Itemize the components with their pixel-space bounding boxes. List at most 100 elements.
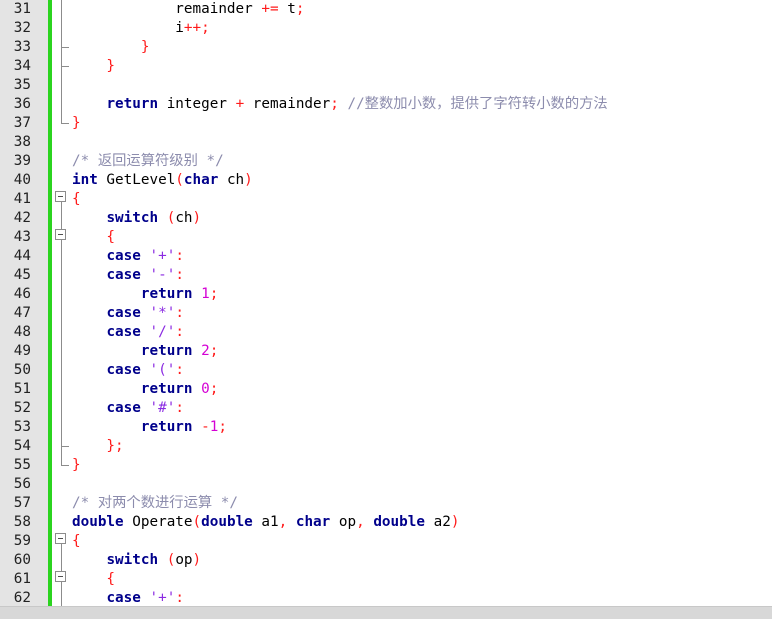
code-line[interactable]: 38 — [0, 133, 772, 152]
code-text: return integer + remainder; //整数加小数，提供了字… — [72, 96, 607, 113]
code-token: t — [278, 1, 296, 17]
code-token: '#' — [149, 400, 176, 416]
line-number: 55 — [13, 457, 31, 473]
code-token: } — [72, 457, 81, 473]
code-line[interactable]: 36 return integer + remainder; //整数加小数，提… — [0, 95, 772, 114]
code-token: GetLevel — [97, 172, 176, 188]
code-token: } — [72, 115, 81, 131]
code-token: ; — [209, 286, 219, 302]
horizontal-scrollbar[interactable] — [0, 606, 772, 619]
code-line[interactable]: 61 { — [0, 570, 772, 589]
fold-line — [61, 202, 62, 465]
code-token: ; — [218, 419, 227, 435]
code-line[interactable]: 43 { — [0, 228, 772, 247]
code-token: : — [175, 324, 184, 340]
line-number: 45 — [13, 267, 31, 283]
fold-end — [61, 465, 69, 466]
code-line[interactable]: 33 } — [0, 38, 772, 57]
code-token: : — [175, 248, 184, 264]
fold-end — [61, 123, 69, 124]
code-text: double Operate(double a1, char op, doubl… — [72, 514, 459, 531]
code-token: } — [72, 58, 116, 74]
code-token: i — [72, 20, 184, 36]
code-token: case — [106, 248, 141, 264]
code-line[interactable]: 42 switch (ch) — [0, 209, 772, 228]
code-line[interactable]: 54 }; — [0, 437, 772, 456]
line-number: 36 — [13, 96, 31, 112]
line-number: 58 — [13, 514, 31, 530]
code-line[interactable]: 32 i++; — [0, 19, 772, 38]
code-token: : — [175, 267, 184, 283]
code-text: { — [72, 571, 115, 588]
code-line[interactable]: 53 return -1; — [0, 418, 772, 437]
code-line[interactable]: 48 case '/': — [0, 323, 772, 342]
line-number: 47 — [13, 305, 31, 321]
code-text: i++; — [72, 20, 209, 37]
code-text: } — [72, 58, 115, 75]
code-token: double — [72, 514, 124, 530]
collapse-icon[interactable] — [55, 191, 66, 202]
code-token: remainder — [244, 96, 331, 112]
code-token: return — [140, 286, 193, 302]
code-line[interactable]: 49 return 2; — [0, 342, 772, 361]
collapse-icon[interactable] — [55, 533, 66, 544]
code-text: case '-': — [72, 267, 184, 284]
line-number: 52 — [13, 400, 31, 416]
code-line[interactable]: 44 case '+': — [0, 247, 772, 266]
line-number: 42 — [13, 210, 31, 226]
code-token: '+' — [149, 248, 176, 264]
code-line[interactable]: 52 case '#': — [0, 399, 772, 418]
code-token: case — [106, 400, 141, 416]
code-line[interactable]: 50 case '(': — [0, 361, 772, 380]
code-token: char — [295, 514, 331, 530]
code-line[interactable]: 51 return 0; — [0, 380, 772, 399]
collapse-icon[interactable] — [55, 571, 66, 582]
code-token: '/' — [149, 324, 176, 340]
fold-tick — [61, 446, 69, 447]
line-number: 61 — [13, 571, 31, 587]
code-text: }; — [72, 438, 123, 455]
code-line[interactable]: 39 /* 返回运算符级别 */ — [0, 152, 772, 171]
code-line[interactable]: 47 case '*': — [0, 304, 772, 323]
code-line[interactable]: 46 return 1; — [0, 285, 772, 304]
code-line[interactable]: 45 case '-': — [0, 266, 772, 285]
code-token: case — [106, 590, 141, 606]
code-line[interactable]: 37} — [0, 114, 772, 133]
code-token: op — [330, 514, 357, 530]
code-line[interactable]: 57 /* 对两个数进行运算 */ — [0, 494, 772, 513]
code-text: { — [72, 191, 81, 208]
code-token: char — [183, 172, 219, 188]
code-token: '(' — [149, 362, 176, 378]
code-line[interactable]: 59 { — [0, 532, 772, 551]
code-line[interactable]: 34 } — [0, 57, 772, 76]
code-line[interactable]: 40 int GetLevel(char ch) — [0, 171, 772, 190]
code-text: switch (ch) — [72, 210, 201, 227]
code-token: ch — [218, 172, 245, 188]
code-text: switch (op) — [72, 552, 201, 569]
code-token: ) — [450, 514, 460, 530]
code-text: case '#': — [72, 400, 183, 417]
code-line[interactable]: 41 { — [0, 190, 772, 209]
code-line[interactable]: 60 switch (op) — [0, 551, 772, 570]
code-token: ; — [209, 343, 219, 359]
code-token: } — [72, 39, 150, 55]
collapse-icon[interactable] — [55, 229, 66, 240]
line-number: 53 — [13, 419, 31, 435]
line-number: 62 — [13, 590, 31, 606]
code-line[interactable]: 31 remainder += t; — [0, 0, 772, 19]
code-editor[interactable]: 31 remainder += t; 32 i++; 33 } 34 } 35 36 re… — [0, 0, 772, 606]
line-number: 41 — [13, 191, 31, 207]
code-token: a2 — [424, 514, 451, 530]
code-line[interactable]: 35 — [0, 76, 772, 95]
code-line[interactable]: 55} — [0, 456, 772, 475]
code-text: case '/': — [72, 324, 184, 341]
code-token: { — [72, 571, 116, 587]
code-line[interactable]: 56 — [0, 475, 772, 494]
code-line[interactable]: 58 double Operate(double a1, char op, dou… — [0, 513, 772, 532]
